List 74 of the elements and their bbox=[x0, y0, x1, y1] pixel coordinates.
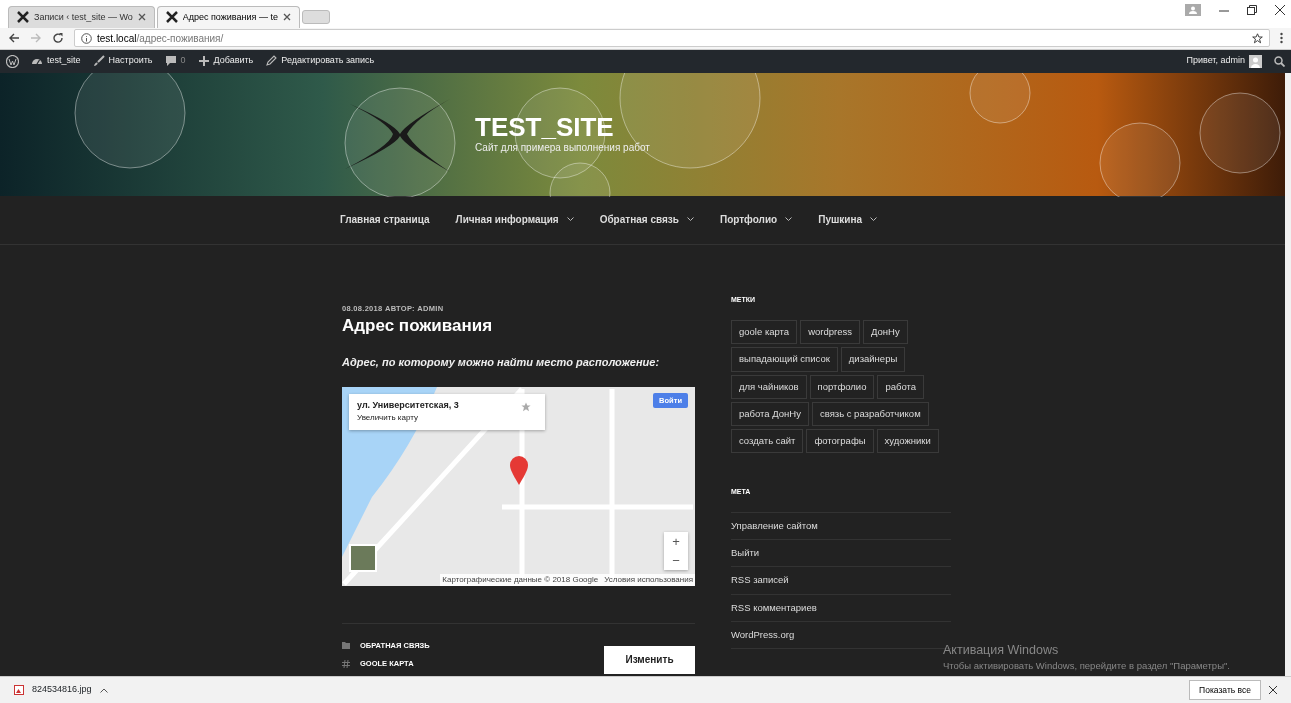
activation-text: Чтобы активировать Windows, перейдите в раздел "Параметры". bbox=[943, 659, 1230, 674]
enlarge-map-link[interactable]: Увеличить карту bbox=[357, 412, 537, 425]
meta-link[interactable]: Выйти bbox=[731, 540, 951, 568]
browser-tab[interactable]: Записи ‹ test_site — Wo bbox=[8, 5, 155, 28]
meta-link[interactable]: RSS комментариев bbox=[731, 594, 951, 622]
tag-link[interactable]: работа bbox=[877, 374, 925, 399]
close-icon[interactable] bbox=[282, 13, 291, 22]
restore-icon[interactable] bbox=[1247, 5, 1257, 15]
pencil-icon bbox=[265, 55, 278, 68]
tag-link[interactable]: ДонНу bbox=[862, 320, 908, 345]
tag-link[interactable]: дизайнеры bbox=[840, 347, 906, 372]
edit-button[interactable]: Изменить bbox=[604, 645, 695, 674]
admin-bar-link[interactable]: Добавить bbox=[197, 54, 254, 68]
menu-item[interactable]: Пушкина bbox=[818, 212, 878, 228]
admin-bar-link[interactable]: test_site bbox=[31, 54, 81, 68]
tag-link[interactable]: создать сайт bbox=[731, 429, 804, 454]
chevron-down-icon bbox=[686, 217, 694, 223]
hashtag-icon bbox=[342, 659, 350, 668]
close-icon[interactable] bbox=[1269, 686, 1277, 695]
admin-bar-link[interactable]: Настроить bbox=[92, 54, 153, 68]
admin-bar-link[interactable]: Редактировать запись bbox=[265, 54, 375, 68]
reload-icon[interactable] bbox=[52, 32, 64, 45]
satellite-view-button[interactable] bbox=[349, 543, 377, 572]
tag-link[interactable]: для чайников bbox=[731, 374, 807, 399]
scrollbar[interactable] bbox=[1285, 73, 1291, 676]
chevron-down-icon bbox=[785, 217, 793, 223]
place-name: ул. Университетская, 3 bbox=[357, 398, 459, 412]
folder-icon bbox=[342, 641, 350, 649]
close-icon[interactable] bbox=[1275, 5, 1285, 15]
meta-link[interactable]: RSS записей bbox=[731, 567, 951, 595]
browser-tab[interactable]: Адрес поживания — te bbox=[156, 5, 300, 28]
image-file-icon bbox=[14, 685, 24, 696]
site-tagline: Сайт для примера выполнения работ bbox=[475, 140, 650, 155]
tag-link[interactable]: wordpress bbox=[800, 320, 860, 345]
chevron-down-icon bbox=[870, 217, 878, 223]
search-icon[interactable] bbox=[1274, 55, 1285, 67]
tag-link[interactable]: выпадающий список bbox=[731, 347, 838, 372]
tag-link[interactable]: фотографы bbox=[806, 429, 874, 454]
site-title[interactable]: TEST_SITE bbox=[475, 113, 650, 140]
post-lead: Адрес, по которому можно найти место расположение: bbox=[342, 355, 661, 371]
more-icon[interactable] bbox=[1280, 32, 1283, 45]
post-title: Адрес поживания bbox=[342, 315, 494, 337]
tag-link[interactable]: goole карта bbox=[731, 320, 798, 345]
map-pin-icon bbox=[510, 455, 528, 485]
brush-icon bbox=[92, 55, 105, 68]
site-favicon-icon bbox=[17, 11, 29, 24]
menu-item[interactable]: Портфолио bbox=[719, 212, 793, 228]
menu-item[interactable]: Обратная связь bbox=[599, 212, 694, 228]
chevron-down-icon bbox=[566, 217, 574, 223]
tag-link[interactable]: художники bbox=[876, 429, 939, 454]
tag-link[interactable]: связь с разработчиком bbox=[811, 401, 929, 426]
star-icon[interactable] bbox=[1252, 32, 1263, 44]
comment-icon bbox=[164, 55, 177, 68]
admin-bar-link[interactable]: 0 bbox=[164, 54, 186, 68]
back-icon[interactable] bbox=[8, 32, 20, 45]
show-all-button[interactable]: Показать все bbox=[1189, 679, 1261, 701]
tag-link[interactable]: портфолио bbox=[809, 374, 875, 399]
close-icon[interactable] bbox=[137, 13, 146, 22]
terms-link[interactable]: Условия использования bbox=[604, 573, 693, 586]
menu-item[interactable]: Личная информация bbox=[455, 212, 574, 228]
tag-link[interactable]: работа ДонНу bbox=[731, 401, 809, 426]
avatar-icon bbox=[1249, 54, 1262, 68]
chevron-up-icon[interactable] bbox=[99, 687, 108, 693]
map-attribution: Картографические данные © 2018 Google bbox=[442, 573, 599, 586]
user-menu[interactable]: Привет, admin bbox=[1186, 54, 1262, 68]
address-field[interactable]: test.local/адрес-поживания/ bbox=[74, 29, 1270, 48]
info-icon bbox=[81, 32, 92, 44]
star-icon[interactable] bbox=[521, 401, 531, 412]
meta-link[interactable]: Управление сайтом bbox=[731, 512, 951, 540]
plus-icon bbox=[197, 55, 210, 68]
wordpress-logo-icon[interactable] bbox=[6, 54, 19, 68]
menu-item[interactable]: Главная страница bbox=[340, 212, 430, 228]
download-file-name[interactable]: 824534816.jpg bbox=[32, 683, 92, 697]
site-favicon-icon bbox=[165, 11, 178, 24]
